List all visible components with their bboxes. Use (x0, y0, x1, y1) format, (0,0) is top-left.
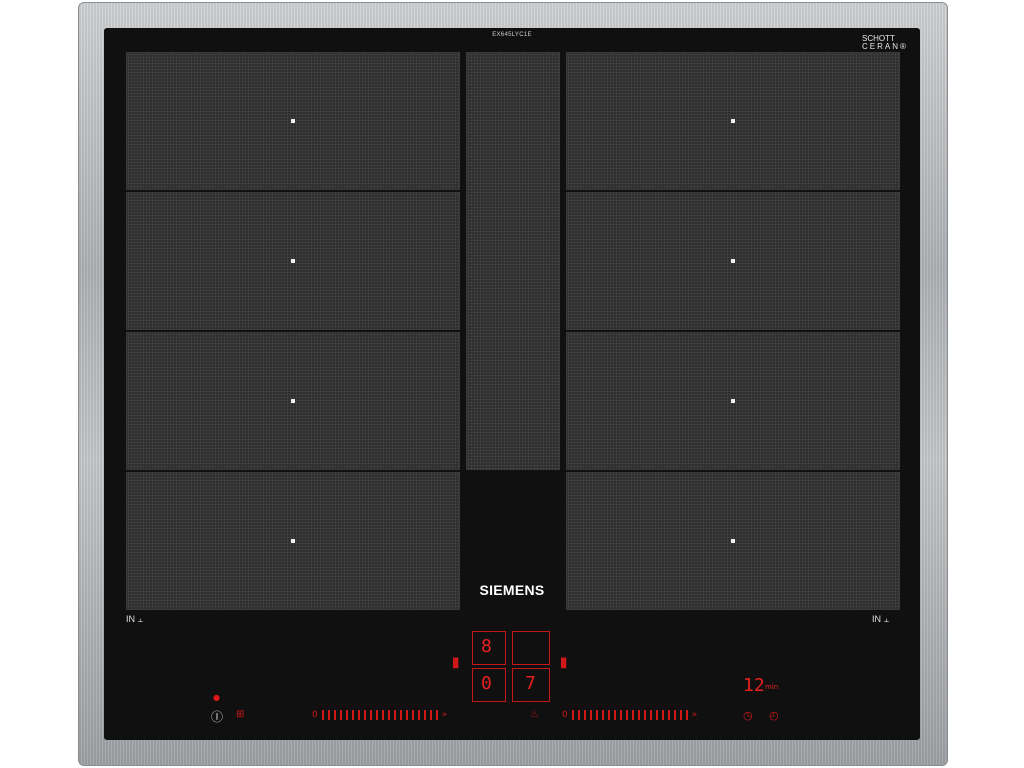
slider-boost-icon: » (441, 710, 448, 720)
zone-center-marker (731, 539, 735, 543)
slider-min-icon: 0 (312, 710, 318, 720)
pan-icon[interactable]: ♨ (530, 709, 539, 720)
cooking-zone-left-2[interactable] (126, 192, 460, 330)
zone-center-marker (291, 119, 295, 123)
left-lower-display: 0 (481, 673, 492, 694)
right-power-level: 7 (525, 673, 536, 694)
ceran-text: CERAN® (862, 42, 908, 51)
brand-logo: SIEMENS (479, 582, 545, 598)
cooking-zone-right-4[interactable] (566, 472, 900, 610)
slider-min-icon: 0 (562, 710, 568, 720)
cooking-zone-left-1[interactable] (126, 52, 460, 190)
stopwatch-icon[interactable]: ◴ (769, 709, 779, 722)
right-power-slider[interactable]: 0 » (562, 709, 697, 721)
timer-display: 12 (743, 675, 765, 696)
left-power-level: 8 (481, 636, 492, 657)
right-zone-label: IN ⫠ (872, 614, 889, 625)
right-zone-select-icon[interactable]: ▊ (561, 659, 568, 669)
right-upper-display-box (512, 631, 550, 665)
power-indicator-led: ● (213, 693, 220, 702)
zone-center-marker (291, 399, 295, 403)
power-icon[interactable]: Ⓘ (211, 708, 223, 725)
timer-icon[interactable]: ◷ (743, 709, 753, 722)
zone-center-marker (731, 259, 735, 263)
right-zone-label-text: IN (872, 614, 881, 624)
cooking-zone-left-3[interactable] (126, 332, 460, 470)
pan-icon: ⫠ (137, 614, 143, 624)
left-zone-select-icon[interactable]: ▊ (453, 659, 460, 669)
model-number: EX645LYC1E (492, 32, 532, 38)
cooking-zone-right-1[interactable] (566, 52, 900, 190)
pan-icon: ⫠ (883, 614, 889, 624)
zone-center-marker (731, 399, 735, 403)
left-zone-label: IN ⫠ (126, 614, 143, 625)
slider-boost-icon: » (691, 710, 698, 720)
timer-unit: min (765, 683, 779, 691)
left-zone-label-text: IN (126, 614, 135, 624)
zone-center-marker (291, 259, 295, 263)
cooking-zone-right-2[interactable] (566, 192, 900, 330)
zone-center-marker (291, 539, 295, 543)
center-strip (466, 52, 560, 470)
left-power-slider[interactable]: 0 » (312, 709, 447, 721)
cooking-zone-right-3[interactable] (566, 332, 900, 470)
cooking-zone-left-4[interactable] (126, 472, 460, 610)
zone-center-marker (731, 119, 735, 123)
schott-ceran-logo: SCHOTT CERAN® (862, 35, 908, 51)
lock-icon[interactable]: ⊞ (236, 709, 244, 720)
